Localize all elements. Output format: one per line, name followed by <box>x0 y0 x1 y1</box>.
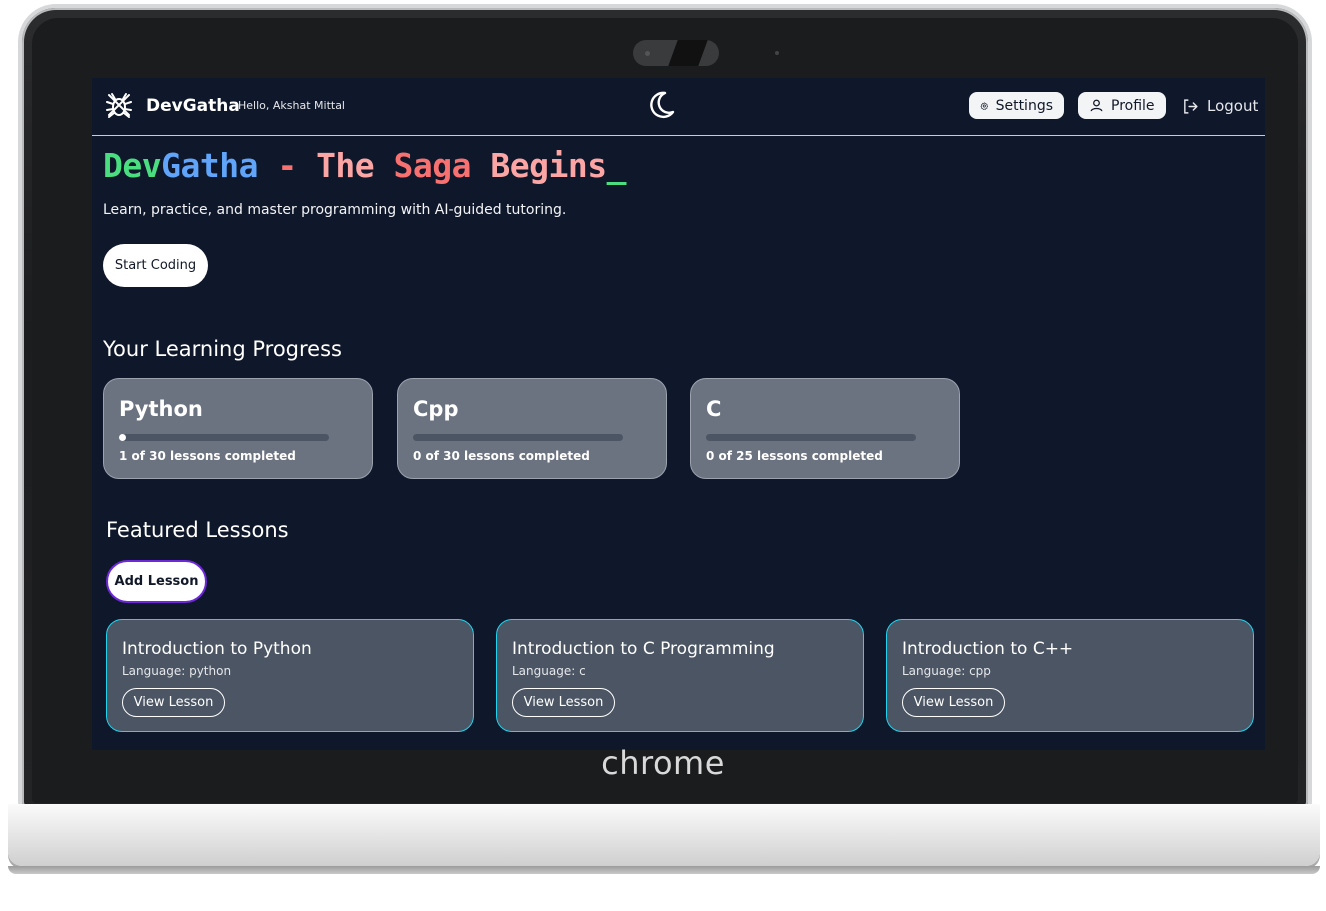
lesson-card: Introduction to C++ Language: cpp View L… <box>886 619 1254 732</box>
logout-icon <box>1184 98 1198 114</box>
hero-title-part: _ <box>606 146 627 185</box>
lesson-language: Language: c <box>512 664 586 678</box>
bug-logo-icon <box>106 93 132 118</box>
profile-button[interactable]: Profile <box>1078 92 1166 119</box>
progress-card-python[interactable]: Python 1 of 30 lessons completed <box>103 378 373 479</box>
progress-card-language: C <box>706 397 722 421</box>
featured-section-title: Featured Lessons <box>106 518 289 542</box>
progress-card-c[interactable]: C 0 of 25 lessons completed <box>690 378 960 479</box>
top-navbar: DevGatha Hello, Akshat Mittal Settings P… <box>92 78 1265 136</box>
add-lesson-button[interactable]: Add Lesson <box>106 560 207 603</box>
lesson-title: Introduction to Python <box>122 639 312 659</box>
user-icon <box>1090 99 1103 112</box>
hero-title-part: The <box>316 146 394 185</box>
progress-card-count: 0 of 30 lessons completed <box>413 449 590 463</box>
hero-tagline: Learn, practice, and master programming … <box>103 202 567 218</box>
app-screen: DevGatha Hello, Akshat Mittal Settings P… <box>92 78 1265 750</box>
progress-track <box>119 434 329 441</box>
progress-card-cpp[interactable]: Cpp 0 of 30 lessons completed <box>397 378 667 479</box>
webcam <box>633 40 719 66</box>
laptop-base <box>8 804 1320 874</box>
view-lesson-button[interactable]: View Lesson <box>512 688 615 717</box>
progress-card-count: 0 of 25 lessons completed <box>706 449 883 463</box>
logout-button[interactable]: Logout <box>1182 97 1258 115</box>
webcam-indicator <box>775 51 779 55</box>
hero-title-part: Saga <box>393 146 491 185</box>
progress-track <box>413 434 623 441</box>
progress-card-language: Python <box>119 397 203 421</box>
lesson-language: Language: python <box>122 664 232 678</box>
hero-title-part: Begins <box>490 146 607 185</box>
hero-title: DevGatha - The Saga Begins_ <box>103 146 626 185</box>
lesson-language: Language: cpp <box>902 664 991 678</box>
progress-track <box>706 434 916 441</box>
progress-fill <box>119 434 126 441</box>
settings-label: Settings <box>995 97 1053 114</box>
hero-title-part: - <box>257 146 317 185</box>
logout-label: Logout <box>1207 97 1259 115</box>
progress-section-title: Your Learning Progress <box>103 337 342 361</box>
device-brand-label: chrome <box>601 744 725 782</box>
gear-icon <box>980 101 988 110</box>
settings-button[interactable]: Settings <box>969 92 1064 119</box>
lesson-title: Introduction to C Programming <box>512 639 775 659</box>
user-greeting: Hello, Akshat Mittal <box>238 99 345 112</box>
progress-card-language: Cpp <box>413 397 459 421</box>
lesson-title: Introduction to C++ <box>902 639 1074 659</box>
hero-title-part: Gatha <box>161 146 258 185</box>
profile-label: Profile <box>1111 97 1155 114</box>
start-coding-button[interactable]: Start Coding <box>103 244 208 287</box>
lesson-card: Introduction to Python Language: python … <box>106 619 474 732</box>
brand-name[interactable]: DevGatha <box>146 96 240 116</box>
lesson-card: Introduction to C Programming Language: … <box>496 619 864 732</box>
progress-card-count: 1 of 30 lessons completed <box>119 449 296 463</box>
view-lesson-button[interactable]: View Lesson <box>902 688 1005 717</box>
theme-toggle-moon-icon[interactable] <box>644 88 678 122</box>
view-lesson-button[interactable]: View Lesson <box>122 688 225 717</box>
hero-title-part: Dev <box>103 146 162 185</box>
